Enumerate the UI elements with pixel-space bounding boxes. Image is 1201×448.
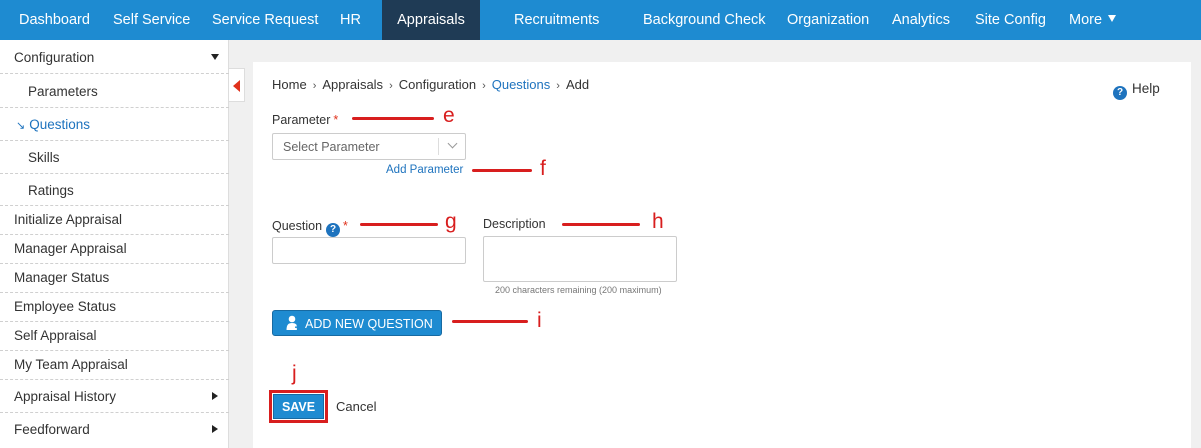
parameter-label-text: Parameter [272, 113, 331, 127]
select-divider [438, 138, 439, 155]
sidebar-item-label: Ratings [28, 183, 74, 198]
sidebar-item-label: Initialize Appraisal [14, 212, 123, 227]
breadcrumb-configuration[interactable]: Configuration [399, 77, 476, 92]
nav-background-check[interactable]: Background Check [643, 0, 766, 40]
parameter-select[interactable]: Select Parameter [272, 133, 466, 160]
help-icon: ? [1113, 86, 1127, 100]
triangle-down-icon [211, 54, 219, 60]
nav-self-service[interactable]: Self Service [113, 0, 190, 40]
nav-appraisals[interactable]: Appraisals [382, 0, 480, 40]
sidebar-item-label: Manager Appraisal [14, 241, 127, 256]
breadcrumb-appraisals[interactable]: Appraisals [322, 77, 383, 92]
annotation-label-j: j [292, 362, 297, 385]
help-link[interactable]: ? Help [1113, 81, 1160, 100]
sidebar-item-manager-appraisal[interactable]: Manager Appraisal [0, 235, 229, 264]
question-label: Question? * [272, 219, 348, 237]
parameter-label: Parameter * [272, 113, 338, 127]
breadcrumb-questions[interactable]: Questions [492, 77, 551, 92]
annotation-line-e [352, 117, 434, 120]
nav-organization[interactable]: Organization [787, 0, 869, 40]
sidebar-item-self-appraisal[interactable]: Self Appraisal [0, 322, 229, 351]
breadcrumb-current: Add [565, 77, 590, 92]
sidebar-item-questions[interactable]: ↘ Questions [0, 108, 229, 141]
add-parameter-link[interactable]: Add Parameter [386, 164, 463, 176]
chevron-right-icon: › [312, 80, 317, 92]
nav-hr[interactable]: HR [340, 0, 361, 40]
save-button[interactable]: SAVE [273, 394, 324, 419]
cancel-link[interactable]: Cancel [336, 399, 376, 414]
help-label: Help [1132, 81, 1160, 96]
annotation-label-h: h [652, 210, 664, 233]
sidebar-item-parameters[interactable]: Parameters [0, 74, 229, 108]
nav-service-request[interactable]: Service Request [212, 0, 318, 40]
annotation-label-f: f [540, 157, 546, 180]
sidebar-item-label: Skills [28, 150, 60, 165]
annotation-line-g [360, 223, 438, 226]
chevron-down-icon [447, 138, 458, 149]
sidebar-item-label: Questions [29, 117, 91, 132]
annotation-line-i [452, 320, 528, 323]
chevron-right-icon: › [482, 80, 486, 92]
question-input[interactable] [272, 237, 466, 264]
sidebar-item-label: My Team Appraisal [14, 357, 128, 372]
chevron-right-icon: › [389, 80, 393, 92]
required-mark: * [333, 113, 339, 127]
sidebar-item-label: Self Appraisal [14, 328, 97, 343]
annotation-line-h [562, 223, 640, 226]
sidebar-item-my-team-appraisal[interactable]: My Team Appraisal [0, 351, 229, 380]
top-nav: Dashboard Self Service Service Request H… [0, 0, 1201, 40]
characters-remaining: 200 characters remaining (200 maximum) [495, 285, 662, 295]
sidebar-item-label: Employee Status [14, 299, 117, 314]
sidebar-item-feedforward[interactable]: Feedforward [0, 413, 229, 448]
sidebar-item-label: Appraisal History [14, 389, 117, 404]
help-icon[interactable]: ? [326, 223, 341, 237]
nav-dashboard[interactable]: Dashboard [19, 0, 90, 40]
nav-recruitments[interactable]: Recruitments [514, 0, 599, 40]
sidebar-item-configuration[interactable]: Configuration [0, 40, 229, 74]
parameter-select-placeholder: Select Parameter [283, 140, 380, 154]
nav-site-config[interactable]: Site Config [975, 0, 1046, 40]
sidebar-item-label: Feedforward [14, 422, 90, 437]
description-textarea[interactable] [483, 236, 677, 282]
add-new-question-label: ADD NEW QUESTION [305, 317, 433, 331]
sidebar: Configuration Parameters ↘ Questions Skil… [0, 40, 229, 448]
description-label: Description [483, 217, 546, 231]
triangle-right-icon [212, 392, 218, 400]
triangle-right-icon [212, 425, 218, 433]
sidebar-item-manager-status[interactable]: Manager Status [0, 264, 229, 293]
sidebar-item-initialize-appraisal[interactable]: Initialize Appraisal [0, 206, 229, 235]
caret-down-icon [1108, 15, 1117, 22]
annotation-line-f [472, 169, 532, 172]
annotation-label-i: i [537, 309, 542, 332]
sidebar-item-ratings[interactable]: Ratings [0, 174, 229, 206]
sidebar-item-employee-status[interactable]: Employee Status [0, 293, 229, 322]
annotation-label-g: g [445, 210, 457, 233]
add-user-icon [286, 315, 300, 330]
chevron-right-icon: › [556, 80, 560, 92]
question-label-text: Question [272, 219, 323, 233]
triangle-left-icon [233, 80, 240, 92]
sidebar-item-label: Parameters [28, 84, 98, 99]
annotation-label-e: e [443, 104, 455, 127]
nav-more[interactable]: More [1069, 0, 1117, 40]
sidebar-item-label: Manager Status [14, 270, 110, 285]
sidebar-item-skills[interactable]: Skills [0, 141, 229, 174]
sidebar-collapse-toggle[interactable] [229, 68, 245, 102]
breadcrumb-home[interactable]: Home [272, 77, 307, 92]
arrow-down-right-icon: ↘ [16, 120, 26, 132]
breadcrumb: Home › Appraisals › Configuration › Questions ›… [272, 77, 589, 92]
sidebar-item-label: Configuration [14, 50, 95, 65]
sidebar-item-appraisal-history[interactable]: Appraisal History [0, 380, 229, 413]
nav-more-label: More [1069, 12, 1103, 28]
add-new-question-button[interactable]: ADD NEW QUESTION [272, 310, 442, 336]
required-mark: * [343, 219, 348, 233]
nav-analytics[interactable]: Analytics [892, 0, 950, 40]
